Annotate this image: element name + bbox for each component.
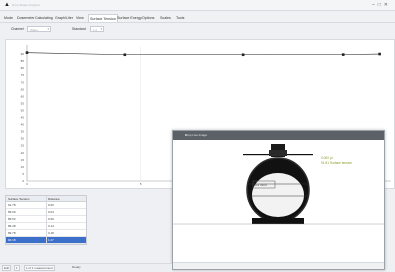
cell-distance: 1.27 — [48, 238, 54, 243]
x-tick-label: 5 — [140, 182, 142, 186]
status-ready: Ready — [72, 265, 81, 269]
title-bar: ▲ Drop Shape Analyzer –□✕ — [0, 0, 395, 11]
status-measurement-count: 1 of 1 measurement — [24, 265, 55, 271]
app-logo-icon: ▲ — [4, 2, 10, 8]
x-tick-label: 0 — [26, 182, 28, 186]
drop-label: 0.2 mm3 — [255, 183, 267, 187]
surface-tension-readout: 91.81 Surface tension — [321, 161, 353, 165]
y-tick-label: 20 — [21, 151, 25, 155]
standard-select[interactable]: 1.0 ▾ — [90, 26, 104, 32]
col-header-surface-tension: Surface Tension — [8, 196, 30, 201]
standard-label: Standard — [72, 27, 86, 31]
y-tick-label: 35 — [21, 130, 25, 134]
chevron-down-icon: ▾ — [100, 27, 102, 31]
y-tick-label: 50 — [21, 108, 25, 112]
standard-select-value: 1.0 — [93, 28, 98, 32]
cell-distance: 0.18 — [48, 231, 54, 236]
status-page[interactable]: 1 — [14, 265, 20, 271]
tab-options[interactable]: Options — [142, 16, 154, 20]
cell-distance: 0.00 — [48, 203, 54, 208]
y-tick-label: 25 — [21, 144, 25, 148]
tab-scales[interactable]: Scales — [160, 16, 171, 20]
close-icon[interactable]: × — [185, 133, 380, 137]
y-tick-label: 55 — [21, 101, 25, 105]
y-tick-label: 65 — [21, 87, 25, 91]
tab-graph-liter[interactable]: Graph/Liter — [55, 16, 73, 20]
y-tick-label: 60 — [21, 94, 25, 98]
tab-tools[interactable]: Tools — [176, 16, 184, 20]
data-point[interactable] — [25, 51, 29, 54]
column-divider — [46, 196, 47, 244]
col-header-distance: Distance — [48, 196, 60, 201]
volume-readout: 0.000 µl — [321, 156, 333, 160]
cell-surface-tension: 89.69 — [8, 210, 16, 215]
dialog-footer — [173, 262, 384, 269]
data-point[interactable] — [123, 53, 127, 57]
cell-distance: 0.09 — [48, 217, 54, 222]
window-title: Drop Shape Analyzer — [12, 3, 41, 7]
y-tick-label: 45 — [21, 116, 25, 120]
channel-select-value: Water — [30, 28, 38, 32]
toolbar: Channel Water ▾ Standard 1.0 ▾ — [0, 24, 395, 36]
drop-image-dialog[interactable]: Drop Live Image × 0.2 mm3 0.000 µl 91.81… — [172, 130, 385, 270]
y-tick-label: 15 — [21, 158, 25, 162]
y-tick-label: 40 — [21, 123, 25, 127]
y-tick-label: 70 — [21, 80, 25, 84]
series-line — [26, 52, 380, 56]
cell-surface-tension: 89.78 — [8, 231, 16, 236]
y-tick-label: 85 — [21, 59, 25, 63]
tab-dosemeter[interactable]: Dosemeter — [17, 16, 35, 20]
droplet-base — [252, 218, 304, 224]
chevron-down-icon: ▾ — [47, 27, 49, 31]
data-point[interactable] — [241, 53, 245, 57]
droplet-highlight — [252, 173, 304, 217]
y-tick-label: 90 — [21, 52, 25, 56]
y-tick-label: 5 — [22, 172, 24, 176]
drop-image-canvas: 0.2 mm3 — [173, 144, 384, 225]
cell-distance: 0.14 — [48, 224, 54, 229]
tab-surface-tension[interactable]: Surface Tension — [88, 14, 118, 22]
cell-surface-tension: 89.48 — [8, 224, 16, 229]
channel-label: Channel — [11, 27, 24, 31]
tab-mode[interactable]: Mode — [4, 16, 13, 20]
tab-surface-energy[interactable]: Surface Energy — [117, 16, 142, 20]
data-point[interactable] — [378, 52, 381, 56]
cell-surface-tension: 91.78 — [8, 203, 16, 208]
cell-surface-tension: 90.18 — [8, 238, 16, 243]
tab-calculating[interactable]: Calculating — [35, 16, 53, 20]
cell-surface-tension: 89.53 — [8, 217, 16, 222]
results-table[interactable]: Surface Tension Distance 91.78 0.00 89.69 0… — [5, 195, 87, 245]
window-controls[interactable]: –□✕ — [372, 2, 391, 8]
status-edit[interactable]: Edit — [2, 265, 12, 271]
data-point[interactable] — [341, 53, 345, 56]
y-tick-label: 80 — [21, 66, 25, 70]
menu-bar: Mode Dosemeter Calculating Graph/Liter View S… — [0, 13, 395, 23]
channel-select[interactable]: Water ▾ — [27, 26, 51, 32]
tab-view[interactable]: View — [76, 16, 84, 20]
needle-tip — [269, 150, 287, 156]
y-tick-label: 75 — [21, 73, 25, 77]
y-tick-label: 0 — [22, 179, 24, 183]
y-tick-label: 10 — [21, 165, 25, 169]
dialog-title-bar: Drop Live Image × — [173, 131, 384, 140]
y-tick-label: 30 — [21, 137, 25, 141]
cell-distance: 0.04 — [48, 210, 54, 215]
